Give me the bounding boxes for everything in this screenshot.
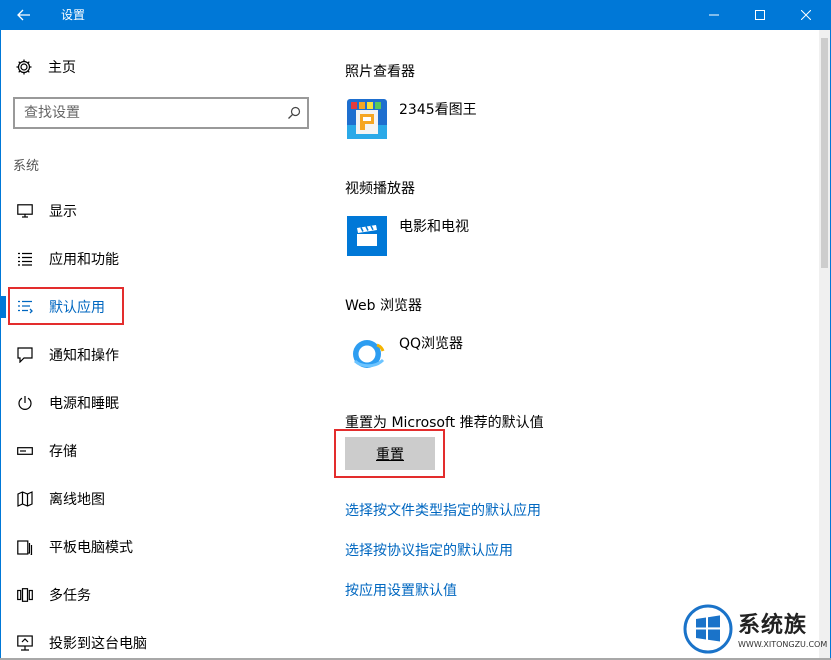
minimize-icon (709, 14, 719, 16)
sidebar-item-storage[interactable]: 存储 (15, 441, 77, 461)
section-title-web-browser: Web 浏览器 (345, 298, 422, 314)
link-default-by-file-type[interactable]: 选择按文件类型指定的默认应用 (345, 500, 541, 520)
section-title-photo-viewer: 照片查看器 (345, 64, 415, 80)
back-arrow-icon (17, 9, 30, 21)
gear-icon (16, 59, 32, 75)
search-input[interactable] (15, 99, 275, 127)
sidebar-item-label: 显示 (49, 204, 77, 220)
tablet-icon (17, 540, 33, 555)
sidebar-item-label: 应用和功能 (49, 252, 119, 268)
close-icon (801, 10, 811, 20)
app-name: 2345看图王 (399, 102, 477, 118)
app-name: 电影和电视 (399, 219, 469, 235)
map-icon (17, 491, 33, 507)
link-set-defaults-by-app[interactable]: 按应用设置默认值 (345, 580, 457, 600)
title-bar: 设置 (0, 0, 831, 30)
maximize-button[interactable] (737, 0, 783, 30)
2345-viewer-icon (347, 99, 387, 139)
movies-tv-icon (347, 216, 387, 256)
sidebar-item-offline-maps[interactable]: 离线地图 (15, 489, 105, 509)
storage-icon (17, 447, 33, 455)
back-button[interactable] (0, 0, 48, 30)
project-icon (17, 635, 33, 651)
sidebar-item-label: 投影到这台电脑 (49, 636, 147, 652)
scrollbar-thumb[interactable] (821, 38, 828, 268)
default-app-photo-viewer[interactable]: 2345看图王 (347, 99, 477, 139)
maximize-icon (755, 10, 765, 20)
default-app-video-player[interactable]: 电影和电视 (347, 216, 469, 256)
app-list-icon (18, 252, 32, 266)
home-nav-item[interactable]: 主页 (15, 57, 76, 77)
watermark-url: WWW.XITONGZU.COM (738, 640, 828, 649)
window-border-left (0, 30, 1, 658)
notification-icon (17, 347, 33, 363)
search-icon (288, 106, 301, 119)
section-title-video-player: 视频播放器 (345, 181, 415, 197)
sidebar-item-project[interactable]: 投影到这台电脑 (15, 633, 147, 653)
highlight-box-default-apps (8, 287, 124, 325)
link-default-by-protocol[interactable]: 选择按协议指定的默认应用 (345, 540, 513, 560)
sidebar-item-label: 存储 (49, 444, 77, 460)
app-name: QQ浏览器 (399, 336, 464, 352)
watermark-logo-icon (683, 604, 733, 654)
minimize-button[interactable] (691, 0, 737, 30)
sidebar-item-power[interactable]: 电源和睡眠 (15, 393, 119, 413)
sidebar-item-label: 平板电脑模式 (49, 540, 133, 556)
sidebar-item-label: 电源和睡眠 (49, 396, 119, 412)
multitask-icon (17, 588, 33, 602)
window-title: 设置 (61, 8, 86, 22)
watermark-text: 系统族 (738, 613, 808, 638)
sidebar-item-label: 多任务 (49, 588, 91, 604)
sidebar-item-label: 通知和操作 (49, 348, 119, 364)
search-box[interactable] (13, 97, 309, 129)
sidebar-item-multitasking[interactable]: 多任务 (15, 585, 91, 605)
sidebar-item-display[interactable]: 显示 (15, 201, 77, 221)
power-icon (18, 396, 32, 410)
sidebar-item-apps[interactable]: 应用和功能 (15, 249, 119, 269)
default-app-web-browser[interactable]: QQ浏览器 (347, 333, 463, 373)
sidebar-item-label: 离线地图 (49, 492, 105, 508)
monitor-icon (17, 204, 33, 218)
sidebar-item-tablet-mode[interactable]: 平板电脑模式 (15, 537, 133, 557)
sidebar-item-notifications[interactable]: 通知和操作 (15, 345, 119, 365)
active-indicator (1, 296, 6, 318)
highlight-box-reset (334, 429, 445, 478)
home-label: 主页 (48, 60, 76, 76)
close-button[interactable] (783, 0, 829, 30)
group-label-system: 系统 (13, 159, 40, 174)
qq-browser-icon (353, 340, 385, 368)
